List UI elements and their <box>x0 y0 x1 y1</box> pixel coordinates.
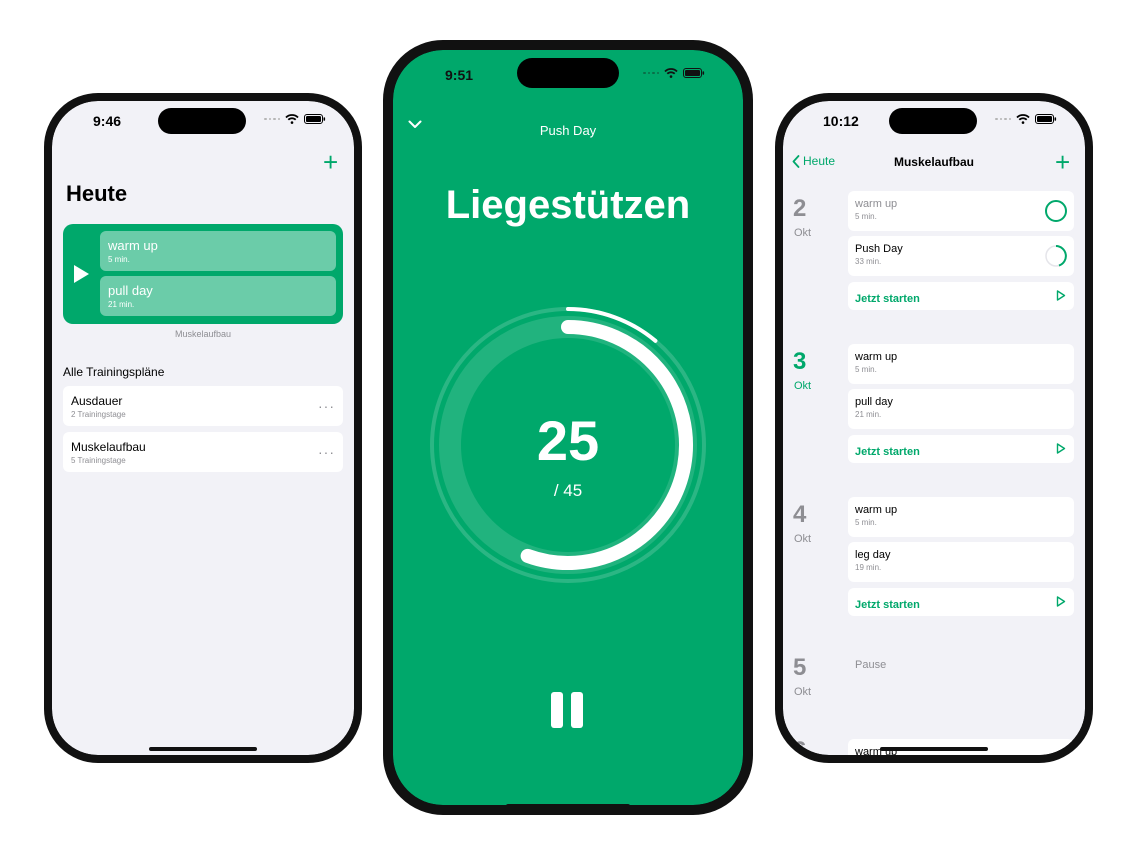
day-month: Okt <box>794 533 812 545</box>
completed-circle-icon <box>1045 200 1067 222</box>
more-icon[interactable]: ··· <box>318 398 335 414</box>
battery-icon <box>683 68 705 78</box>
pause-icon <box>551 692 563 728</box>
page-title: Heute <box>66 181 128 206</box>
signal-icon <box>643 71 659 75</box>
item-name: pull day <box>108 283 153 298</box>
workout-name: warm up <box>855 504 898 516</box>
dynamic-island <box>889 108 977 134</box>
play-icon <box>1056 443 1066 454</box>
workout-row[interactable]: pull day 21 min. <box>848 389 1074 429</box>
status-icons <box>995 114 1057 124</box>
play-icon <box>1056 596 1066 607</box>
home-indicator <box>149 747 257 751</box>
nav-title: Muskelaufbau <box>893 155 974 169</box>
workout-row[interactable]: Push Day 33 min. <box>848 236 1074 276</box>
workout-duration: 33 min. <box>855 257 882 266</box>
day-month: Okt <box>794 380 812 392</box>
workout-row[interactable]: warm up 5 min. <box>848 191 1074 231</box>
add-button[interactable]: + <box>323 149 338 175</box>
start-label: Jetzt starten <box>855 599 920 611</box>
battery-icon <box>304 114 326 124</box>
add-button[interactable]: + <box>1055 149 1070 175</box>
pause-button[interactable] <box>551 692 583 728</box>
status-time: 9:46 <box>93 113 122 129</box>
plan-name: Muskelaufbau <box>71 440 146 454</box>
today-item[interactable]: warm up 5 min. <box>100 231 336 271</box>
rep-count: 25 <box>536 409 600 472</box>
all-plans-label: Alle Trainingspläne <box>63 365 165 379</box>
workout-row[interactable]: warm up 5 min. <box>848 344 1074 384</box>
start-label: Jetzt starten <box>855 293 920 305</box>
battery-icon <box>1035 114 1057 124</box>
wifi-icon <box>664 68 678 78</box>
play-icon[interactable] <box>74 265 89 283</box>
start-label: Jetzt starten <box>855 446 920 458</box>
day-number: 6 <box>793 737 807 755</box>
start-button[interactable]: Jetzt starten <box>848 435 1074 463</box>
workout-duration: 5 min. <box>855 212 877 221</box>
item-name: warm up <box>108 238 158 253</box>
phone-plan: 10:12 Heute Muskelaufbau + 2 Okt warm up… <box>775 93 1093 763</box>
wifi-icon <box>285 114 299 124</box>
workout-name: leg day <box>855 549 891 561</box>
plan-screen: 10:12 Heute Muskelaufbau + 2 Okt warm up… <box>783 101 1085 755</box>
rep-target: / 45 <box>553 481 583 500</box>
today-item[interactable]: pull day 21 min. <box>100 276 336 316</box>
workout-row[interactable]: leg day 19 min. <box>848 542 1074 582</box>
day-number: 2 <box>793 195 807 222</box>
status-time: 9:51 <box>445 67 474 83</box>
more-icon[interactable]: ··· <box>318 444 335 460</box>
workout-duration: 19 min. <box>855 563 882 572</box>
workout-name: warm up <box>855 198 898 210</box>
item-duration: 5 min. <box>108 255 130 264</box>
plan-subtitle: 5 Trainingstage <box>71 456 126 465</box>
exercise-name: Liegestützen <box>445 183 691 227</box>
home-indicator <box>506 804 630 805</box>
item-duration: 21 min. <box>108 300 135 309</box>
workout-screen: 9:51 Push Day Liegestützen 25 / 45 <box>393 50 743 805</box>
today-screen: 9:46 + Heute warm up 5 min. pull day 21 … <box>52 101 354 755</box>
workout-name: warm up <box>855 351 898 363</box>
signal-icon <box>264 117 280 121</box>
plan-row[interactable]: Muskelaufbau 5 Trainingstage ··· <box>63 432 343 472</box>
day-number: 5 <box>793 654 807 681</box>
rest-day-label: Pause <box>855 659 887 671</box>
status-time: 10:12 <box>823 113 859 129</box>
workout-name: Push Day <box>539 123 597 138</box>
start-button[interactable]: Jetzt starten <box>848 282 1074 310</box>
start-button[interactable]: Jetzt starten <box>848 588 1074 616</box>
wifi-icon <box>1016 114 1030 124</box>
signal-icon <box>995 117 1011 121</box>
workout-row[interactable]: warm up 5 min. <box>848 497 1074 537</box>
status-icons <box>264 114 326 124</box>
progress-circle-icon <box>1045 245 1067 267</box>
pause-icon <box>571 692 583 728</box>
stage: 9:46 + Heute warm up 5 min. pull day 21 … <box>0 0 1136 856</box>
workout-duration: 5 min. <box>855 365 877 374</box>
workout-name: pull day <box>855 396 893 408</box>
plan-name: Ausdauer <box>71 394 123 408</box>
status-icons <box>643 68 705 78</box>
day-number: 4 <box>793 501 807 528</box>
day-number: 3 <box>793 348 807 375</box>
day-month: Okt <box>794 686 812 698</box>
workout-name: Push Day <box>855 243 903 255</box>
phone-today: 9:46 + Heute warm up 5 min. pull day 21 … <box>44 93 362 763</box>
workout-duration: 21 min. <box>855 410 882 419</box>
plan-row[interactable]: Ausdauer 2 Trainingstage ··· <box>63 386 343 426</box>
play-icon <box>1056 290 1066 301</box>
day-month: Okt <box>794 227 812 239</box>
plan-caption: Muskelaufbau <box>174 329 232 339</box>
today-workout-card[interactable]: warm up 5 min. pull day 21 min. <box>63 224 343 324</box>
home-indicator <box>880 747 988 751</box>
dynamic-island <box>158 108 246 134</box>
phone-workout: 9:51 Push Day Liegestützen 25 / 45 <box>383 40 753 815</box>
dynamic-island <box>517 58 619 88</box>
plan-subtitle: 2 Trainingstage <box>71 410 126 419</box>
workout-duration: 5 min. <box>855 518 877 527</box>
